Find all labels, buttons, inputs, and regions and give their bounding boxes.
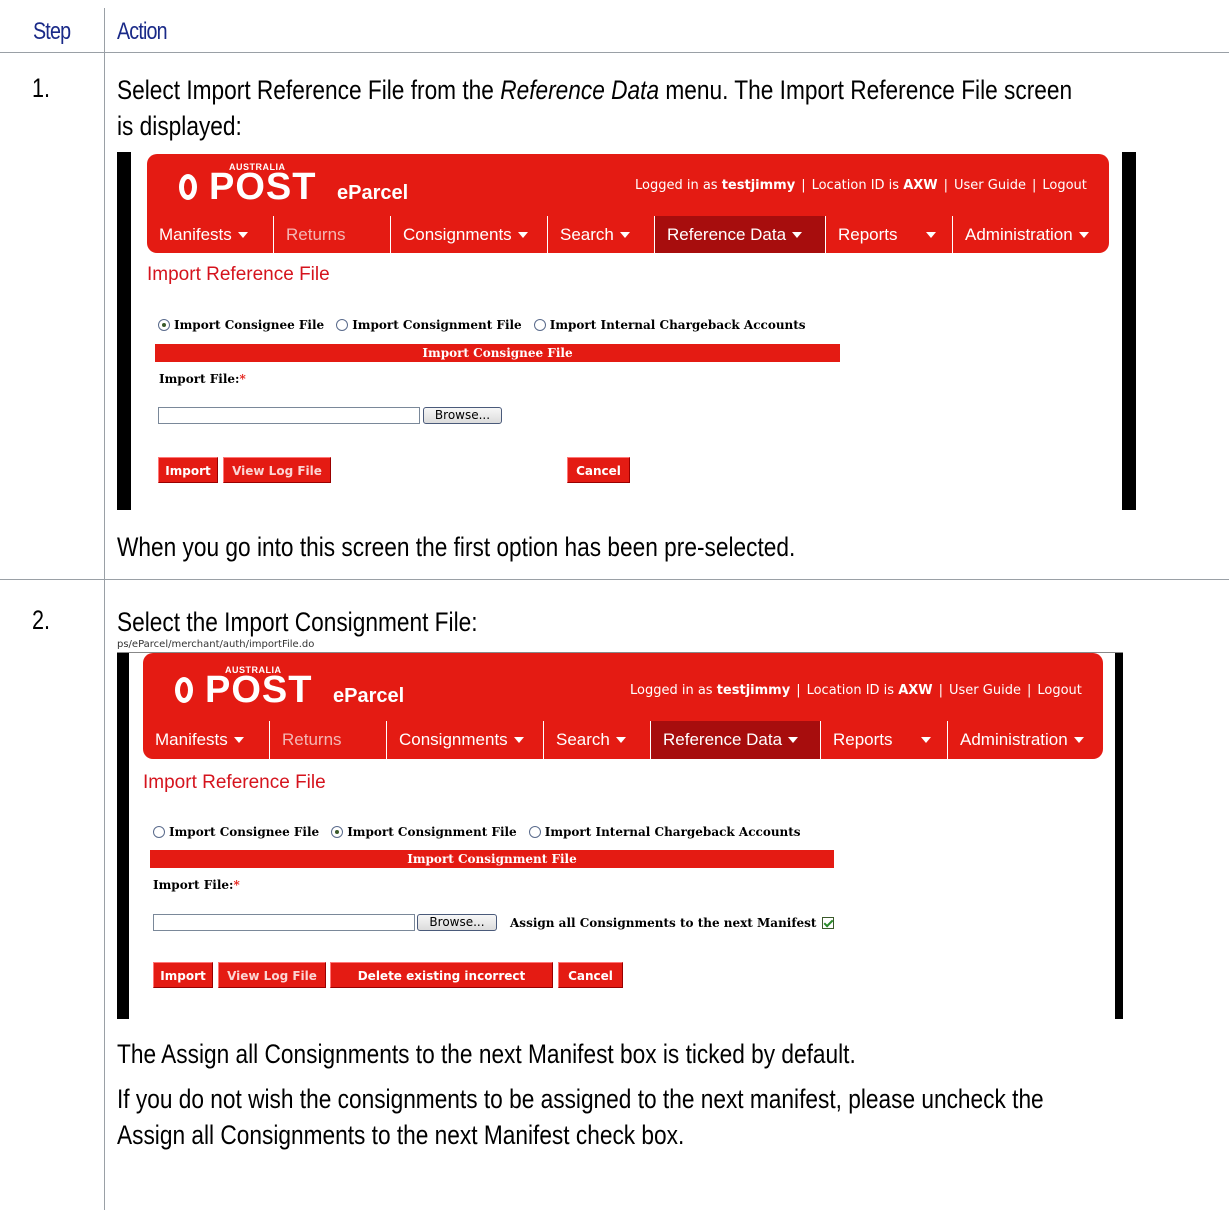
chevron-down-icon xyxy=(1073,737,1084,743)
row-divider xyxy=(0,52,1229,53)
chevron-down-icon xyxy=(517,231,528,238)
chevron-down-icon xyxy=(233,737,244,743)
view-log-button[interactable]: View Log File xyxy=(223,457,331,483)
nav-returns[interactable]: Returns xyxy=(270,721,387,759)
screenshot-import-consignment: AUSTRALIA POST eParcel Logged in as test… xyxy=(117,650,1123,1019)
section-header: Import Consignee File xyxy=(155,344,840,362)
step-number: 1. xyxy=(32,73,51,103)
view-log-button[interactable]: View Log File xyxy=(218,962,326,988)
post-mark-icon xyxy=(179,174,197,200)
radio-import-chargeback[interactable]: Import Internal Chargeback Accounts xyxy=(533,318,806,332)
import-button[interactable]: Import xyxy=(153,962,213,988)
section-header: Import Consignment File xyxy=(150,850,834,868)
radio-empty-icon xyxy=(153,826,165,838)
frame-edge xyxy=(1122,152,1136,510)
header-action: Action xyxy=(117,18,168,45)
step2-instruction: Select the Import Consignment File: xyxy=(117,607,478,637)
chevron-down-icon xyxy=(792,231,803,238)
table-header: Step Action xyxy=(0,0,1229,52)
assign-manifest-checkbox[interactable] xyxy=(822,917,835,929)
login-info: Logged in as testjimmy | Location ID is AX… xyxy=(635,178,1087,193)
browse-button[interactable]: Browse... xyxy=(423,407,502,424)
cancel-button[interactable]: Cancel xyxy=(567,457,630,483)
nav-manifests[interactable]: Manifests xyxy=(143,721,270,759)
nav-reports[interactable]: Reports xyxy=(826,216,953,253)
chevron-down-icon xyxy=(615,737,626,743)
cancel-button[interactable]: Cancel xyxy=(558,962,623,988)
step1-instruction: Select Import Reference File from the Re… xyxy=(117,75,1073,105)
delete-incorrect-button[interactable]: Delete existing incorrect records xyxy=(330,962,553,1009)
radio-empty-icon xyxy=(528,826,541,838)
screenshot-import-consignee: AUSTRALIA POST eParcel Logged in as test… xyxy=(117,152,1136,510)
nav-administration[interactable]: Administration xyxy=(948,721,1103,759)
import-file-label: Import File:* xyxy=(153,878,240,892)
radio-import-consignment[interactable]: Import Consignment File xyxy=(336,318,522,332)
chevron-down-icon xyxy=(619,231,630,238)
main-nav: Manifests Returns Consignments Search Re… xyxy=(143,721,1103,759)
step2-note-1: The Assign all Consignments to the next … xyxy=(117,1039,856,1069)
frame-edge xyxy=(117,653,129,1019)
radio-empty-icon xyxy=(533,319,546,331)
radio-import-chargeback[interactable]: Import Internal Chargeback Accounts xyxy=(528,825,801,839)
header-step: Step xyxy=(33,18,71,45)
post-mark-icon xyxy=(175,677,193,703)
step2-note-2b: Assign all Consignments to the next Mani… xyxy=(117,1120,685,1150)
radio-import-consignment[interactable]: Import Consignment File xyxy=(331,825,517,839)
frame-edge xyxy=(117,152,131,510)
main-nav: Manifests Returns Consignments Search Re… xyxy=(147,216,1109,253)
app-banner: AUSTRALIA POST eParcel Logged in as test… xyxy=(147,154,1109,216)
app-banner: AUSTRALIA POST eParcel Logged in as test… xyxy=(143,653,1103,721)
page-title: Import Reference File xyxy=(143,772,326,793)
import-type-radios: Import Consignee File Import Consignment… xyxy=(158,318,812,332)
radio-import-consignee[interactable]: Import Consignee File xyxy=(158,318,324,332)
chevron-down-icon xyxy=(1078,231,1089,238)
nav-administration[interactable]: Administration xyxy=(953,216,1109,253)
frame-edge xyxy=(1115,653,1123,1019)
radio-import-consignee[interactable]: Import Consignee File xyxy=(153,825,319,839)
chevron-down-icon xyxy=(513,737,524,743)
chevron-down-icon xyxy=(925,231,936,238)
radio-selected-icon xyxy=(331,826,344,838)
import-file-label: Import File:* xyxy=(159,372,246,386)
nav-search[interactable]: Search xyxy=(548,216,655,253)
assign-manifest-option: Assign all Consignments to the next Mani… xyxy=(510,916,835,930)
step-number: 2. xyxy=(32,605,51,635)
radio-selected-icon xyxy=(158,319,170,331)
import-button[interactable]: Import xyxy=(158,457,218,483)
row-divider xyxy=(0,579,1229,580)
step1-note: When you go into this screen the first o… xyxy=(117,532,796,562)
chevron-down-icon xyxy=(788,737,799,743)
nav-consignments[interactable]: Consignments xyxy=(391,216,548,253)
login-info: Logged in as testjimmy | Location ID is AX… xyxy=(630,683,1082,698)
import-file-input[interactable] xyxy=(153,914,415,931)
step2-note-2: If you do not wish the consignments to b… xyxy=(117,1084,1044,1114)
nav-returns[interactable]: Returns xyxy=(274,216,391,253)
assign-manifest-label: Assign all Consignments to the next Mani… xyxy=(510,916,817,930)
import-file-input[interactable] xyxy=(158,407,420,424)
nav-consignments[interactable]: Consignments xyxy=(387,721,544,759)
chevron-down-icon xyxy=(237,231,248,238)
browse-button[interactable]: Browse... xyxy=(417,914,497,931)
page-title: Import Reference File xyxy=(147,264,330,285)
user-guide-link[interactable]: User Guide xyxy=(949,683,1021,698)
logout-link[interactable]: Logout xyxy=(1037,683,1082,698)
chevron-down-icon xyxy=(920,737,931,743)
radio-empty-icon xyxy=(336,319,349,331)
step1-instruction-2: is displayed: xyxy=(117,111,242,141)
nav-reference-data[interactable]: Reference Data xyxy=(655,216,826,253)
column-divider xyxy=(104,8,105,1210)
user-guide-link[interactable]: User Guide xyxy=(954,178,1026,193)
url-fragment: ps/eParcel/merchant/auth/importFile.do xyxy=(117,639,315,650)
nav-search[interactable]: Search xyxy=(544,721,651,759)
import-type-radios: Import Consignee File Import Consignment… xyxy=(153,825,807,839)
logout-link[interactable]: Logout xyxy=(1042,178,1087,193)
nav-reference-data[interactable]: Reference Data xyxy=(651,721,821,759)
nav-reports[interactable]: Reports xyxy=(821,721,948,759)
nav-manifests[interactable]: Manifests xyxy=(147,216,274,253)
